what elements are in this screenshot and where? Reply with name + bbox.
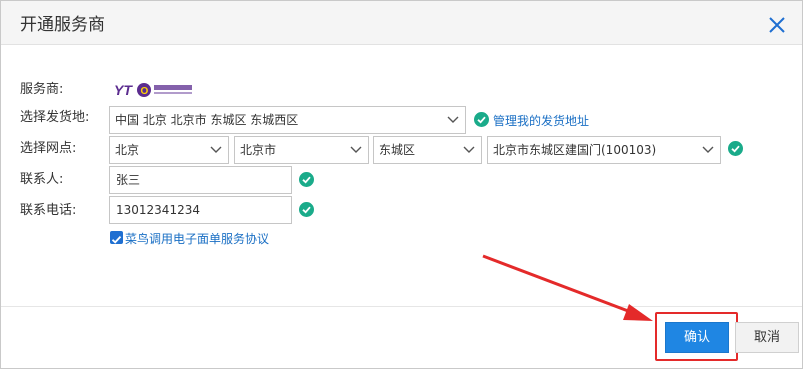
checkmark-icon (111, 235, 122, 244)
chevron-down-icon (702, 146, 714, 153)
chevron-down-icon (463, 146, 475, 153)
outlet-province-select[interactable]: 北京 (109, 136, 229, 164)
svg-text:O: O (141, 86, 149, 97)
contact-label: 联系人: (20, 172, 64, 187)
ship-address-select[interactable]: 中国 北京 北京市 东城区 东城西区 (109, 106, 466, 134)
dialog-titlebar: 开通服务商 (1, 1, 802, 45)
ship-address-label: 选择发货地: (20, 110, 90, 125)
open-provider-dialog: 开通服务商 服务商: YT O 选择发货地: 中国 北京 北京市 东城区 东城西… (0, 0, 803, 369)
close-icon[interactable] (765, 13, 789, 37)
check-circle-icon (474, 112, 489, 127)
check-circle-icon (728, 141, 743, 156)
chevron-down-icon (210, 146, 222, 153)
yto-logo: YT O (114, 82, 192, 98)
confirm-button[interactable]: 确认 (665, 322, 729, 353)
annotation-arrow-icon (482, 254, 653, 321)
outlet-district-select[interactable]: 东城区 (373, 136, 482, 164)
check-circle-icon (299, 202, 314, 217)
agreement-checkbox[interactable] (110, 231, 123, 244)
outlet-label: 选择网点: (20, 141, 77, 156)
chevron-down-icon (350, 146, 362, 153)
footer-divider (1, 306, 802, 307)
ship-address-value: 中国 北京 北京市 东城区 东城西区 (115, 113, 299, 127)
check-circle-icon (299, 172, 314, 187)
phone-label: 联系电话: (20, 203, 77, 218)
contact-name-input[interactable]: 张三 (109, 166, 292, 194)
chevron-down-icon (447, 116, 459, 123)
agreement-link[interactable]: 菜鸟调用电子面单服务协议 (125, 230, 269, 247)
outlet-province-value: 北京 (115, 143, 140, 157)
outlet-branch-select[interactable]: 北京市东城区建国门(100103) (487, 136, 721, 164)
dialog-title: 开通服务商 (20, 15, 105, 35)
svg-text:YT: YT (114, 82, 133, 98)
outlet-city-select[interactable]: 北京市 (234, 136, 369, 164)
outlet-district-value: 东城区 (379, 143, 416, 157)
outlet-city-value: 北京市 (240, 143, 277, 157)
manage-address-link[interactable]: 管理我的发货地址 (493, 112, 589, 129)
provider-label: 服务商: (20, 82, 64, 97)
phone-input[interactable]: 13012341234 (109, 196, 292, 224)
outlet-branch-value: 北京市东城区建国门(100103) (493, 143, 657, 157)
cancel-button[interactable]: 取消 (735, 322, 799, 353)
